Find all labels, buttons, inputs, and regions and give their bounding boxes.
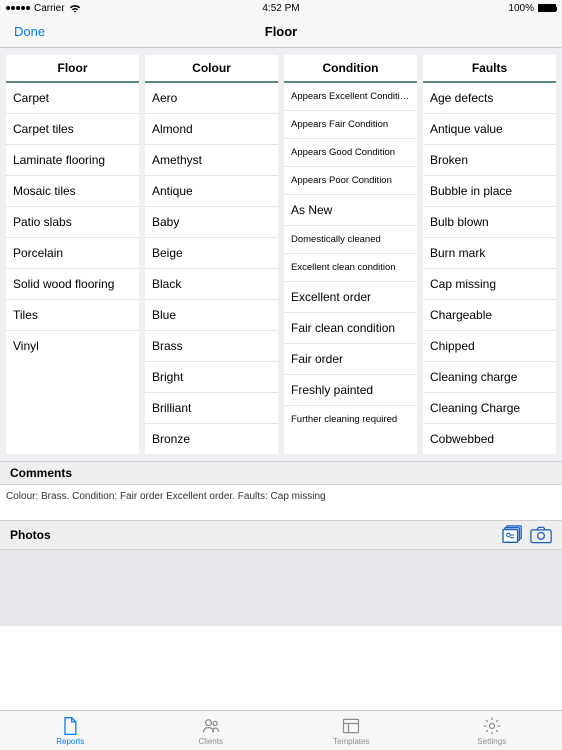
signal-icon (6, 6, 30, 10)
column-header: Condition (284, 55, 417, 83)
status-bar: Carrier 4:52 PM 100% (0, 0, 562, 16)
photo-strip[interactable] (0, 550, 562, 626)
tab-label: Settings (477, 737, 506, 746)
column-header: Colour (145, 55, 278, 83)
list-item[interactable]: Amethyst (145, 145, 278, 176)
list-item[interactable]: Cap missing (423, 269, 556, 300)
list-item[interactable]: Brass (145, 331, 278, 362)
navigation-bar: Done Floor (0, 16, 562, 48)
page-title: Floor (265, 24, 298, 39)
column-faults: FaultsAge defectsAntique valueBrokenBubb… (423, 55, 556, 454)
tab-reports[interactable]: Reports (0, 711, 141, 750)
list-item[interactable]: Excellent clean condition (284, 254, 417, 282)
status-time: 4:52 PM (262, 3, 299, 14)
list-item[interactable]: Carpet (6, 83, 139, 114)
list-item[interactable]: Fair order (284, 344, 417, 375)
list-item[interactable]: Brilliant (145, 393, 278, 424)
list-item[interactable]: Appears Poor Condition (284, 167, 417, 195)
list-item[interactable]: Broken (423, 145, 556, 176)
wifi-icon (69, 4, 81, 13)
photos-title: Photos (10, 528, 51, 542)
list-item[interactable]: Chargeable (423, 300, 556, 331)
camera-icon[interactable] (530, 525, 552, 545)
list-item[interactable]: Black (145, 269, 278, 300)
list-item[interactable]: Appears Excellent Condition (284, 83, 417, 111)
list-item[interactable]: Cobwebbed (423, 424, 556, 454)
list-item[interactable]: Antique value (423, 114, 556, 145)
column-header: Floor (6, 55, 139, 83)
column-floor: FloorCarpetCarpet tilesLaminate flooring… (6, 55, 139, 454)
list-item[interactable]: As New (284, 195, 417, 226)
list-item[interactable]: Antique (145, 176, 278, 207)
list-item[interactable]: Beige (145, 238, 278, 269)
list-item[interactable]: Burn mark (423, 238, 556, 269)
tab-label: Reports (56, 737, 84, 746)
column-header: Faults (423, 55, 556, 83)
list-item[interactable]: Fair clean condition (284, 313, 417, 344)
list-item[interactable]: Cleaning Charge (423, 393, 556, 424)
list-item[interactable]: Aero (145, 83, 278, 114)
list-item[interactable]: Vinyl (6, 331, 139, 361)
list-item[interactable]: Porcelain (6, 238, 139, 269)
list-item[interactable]: Solid wood flooring (6, 269, 139, 300)
battery-icon (538, 4, 556, 12)
carrier-label: Carrier (34, 3, 65, 14)
tab-label: Clients (199, 737, 223, 746)
tab-templates[interactable]: Templates (281, 711, 422, 750)
list-item[interactable]: Laminate flooring (6, 145, 139, 176)
photos-header: Photos (0, 520, 562, 550)
list-item[interactable]: Patio slabs (6, 207, 139, 238)
comments-text[interactable]: Colour: Brass. Condition: Fair order Exc… (0, 485, 562, 520)
list-item[interactable]: Baby (145, 207, 278, 238)
list-item[interactable]: Cleaning charge (423, 362, 556, 393)
tab-bar: Reports Clients Templates Settings (0, 710, 562, 750)
column-condition: ConditionAppears Excellent ConditionAppe… (284, 55, 417, 454)
list-item[interactable]: Age defects (423, 83, 556, 114)
list-item[interactable]: Mosaic tiles (6, 176, 139, 207)
comments-header: Comments (0, 461, 562, 485)
list-item[interactable]: Almond (145, 114, 278, 145)
list-item[interactable]: Bronze (145, 424, 278, 454)
list-item[interactable]: Carpet tiles (6, 114, 139, 145)
list-item[interactable]: Bright (145, 362, 278, 393)
list-item[interactable]: Blue (145, 300, 278, 331)
list-item[interactable]: Domestically cleaned (284, 226, 417, 254)
list-item[interactable]: Freshly painted (284, 375, 417, 406)
done-button[interactable]: Done (0, 24, 45, 39)
list-item[interactable]: Appears Fair Condition (284, 111, 417, 139)
tab-label: Templates (333, 737, 369, 746)
list-item[interactable]: Appears Good Condition (284, 139, 417, 167)
list-item[interactable]: Tiles (6, 300, 139, 331)
list-item[interactable]: Chipped (423, 331, 556, 362)
list-item[interactable]: Further cleaning required (284, 406, 417, 433)
tab-settings[interactable]: Settings (422, 711, 562, 750)
list-item[interactable]: Bulb blown (423, 207, 556, 238)
gallery-icon[interactable] (502, 525, 524, 545)
category-columns: FloorCarpetCarpet tilesLaminate flooring… (0, 48, 562, 461)
column-colour: ColourAeroAlmondAmethystAntiqueBabyBeige… (145, 55, 278, 454)
list-item[interactable]: Bubble in place (423, 176, 556, 207)
tab-clients[interactable]: Clients (141, 711, 282, 750)
battery-percent: 100% (508, 3, 534, 14)
list-item[interactable]: Excellent order (284, 282, 417, 313)
